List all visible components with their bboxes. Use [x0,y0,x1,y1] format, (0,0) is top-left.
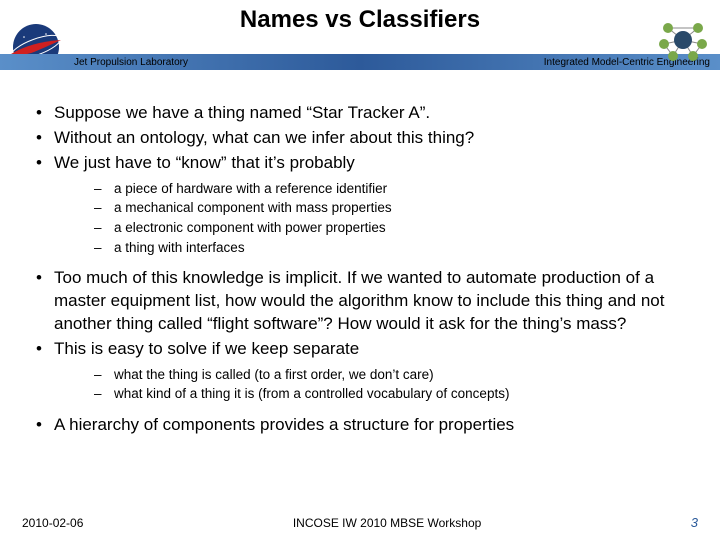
bullet-text: Suppose we have a thing named “Star Trac… [54,103,430,122]
slide-footer: 2010-02-06 INCOSE IW 2010 MBSE Workshop … [0,515,720,530]
sub-text: what kind of a thing it is (from a contr… [114,386,509,401]
sub-list: a piece of hardware with a reference ide… [54,179,690,257]
list-item: Without an ontology, what can we infer a… [30,127,690,150]
footer-center: INCOSE IW 2010 MBSE Workshop [293,516,482,530]
slide-title: Names vs Classifiers [0,0,720,34]
header-bar: Jet Propulsion Laboratory Integrated Mod… [0,40,720,84]
list-item: Suppose we have a thing named “Star Trac… [30,102,690,125]
bullet-text: This is easy to solve if we keep separat… [54,339,359,358]
list-item: This is easy to solve if we keep separat… [30,338,690,404]
list-item: what kind of a thing it is (from a contr… [54,384,690,404]
slide-content: Suppose we have a thing named “Star Trac… [0,84,720,437]
list-item: We just have to “know” that it’s probabl… [30,152,690,257]
footer-page-number: 3 [691,515,698,530]
list-item: a piece of hardware with a reference ide… [54,179,690,199]
bullet-text: A hierarchy of components provides a str… [54,415,514,434]
header-stripe: Jet Propulsion Laboratory Integrated Mod… [0,54,720,70]
footer-date: 2010-02-06 [22,516,83,530]
sub-text: a piece of hardware with a reference ide… [114,181,387,196]
sub-text: what the thing is called (to a first ord… [114,367,434,382]
sub-list: what the thing is called (to a first ord… [54,365,690,404]
sub-text: a mechanical component with mass propert… [114,200,392,215]
sub-text: a electronic component with power proper… [114,220,386,235]
list-item: a mechanical component with mass propert… [54,198,690,218]
list-item: a electronic component with power proper… [54,218,690,238]
list-item: a thing with interfaces [54,238,690,258]
list-item: what the thing is called (to a first ord… [54,365,690,385]
header-left-label: Jet Propulsion Laboratory [74,57,188,68]
list-item: A hierarchy of components provides a str… [30,414,690,437]
sub-text: a thing with interfaces [114,240,245,255]
bullet-list: Suppose we have a thing named “Star Trac… [30,102,690,437]
bullet-text: We just have to “know” that it’s probabl… [54,153,355,172]
bullet-text: Without an ontology, what can we infer a… [54,128,474,147]
bullet-text: Too much of this knowledge is implicit. … [54,268,664,333]
list-item: Too much of this knowledge is implicit. … [30,267,690,336]
network-graph-icon [658,18,708,62]
